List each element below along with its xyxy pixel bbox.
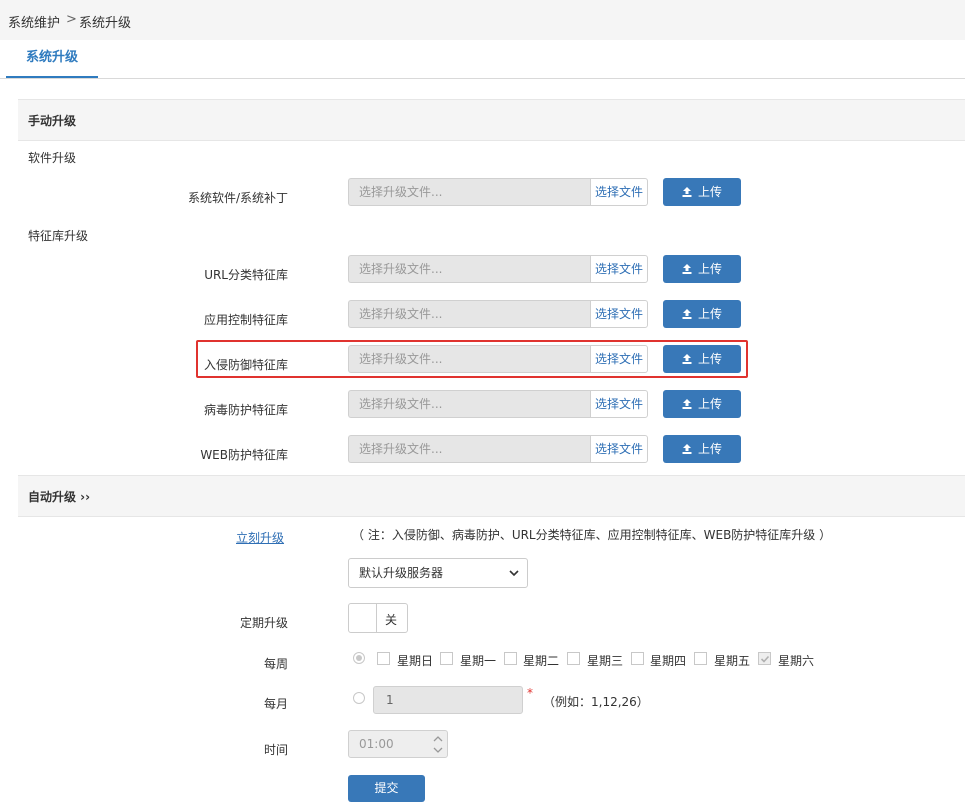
upgrade-server-value: 默认升级服务器 bbox=[359, 566, 444, 580]
upload-label: 上传 bbox=[697, 262, 722, 276]
signature-upgrade-label: 特征库升级 bbox=[28, 229, 89, 243]
time-input[interactable]: 01:00 bbox=[348, 730, 448, 758]
checkbox-wednesday[interactable] bbox=[567, 652, 580, 665]
monthly-example-hint: （例如：1,12,26） bbox=[543, 695, 649, 709]
upload-label: 上传 bbox=[697, 185, 722, 199]
row-label-url-category: URL分类特征库 bbox=[204, 268, 288, 282]
checkbox-sunday[interactable] bbox=[377, 652, 390, 665]
weekly-label: 每周 bbox=[263, 657, 288, 671]
checkbox-saturday[interactable] bbox=[758, 652, 771, 665]
row-label-app-control: 应用控制特征库 bbox=[203, 313, 288, 327]
upload-icon bbox=[682, 187, 692, 197]
day-label-thursday: 星期四 bbox=[650, 654, 687, 668]
scheduled-upgrade-label: 定期升级 bbox=[239, 616, 288, 630]
day-label-wednesday: 星期三 bbox=[587, 654, 624, 668]
breadcrumb-current: 系统升级 bbox=[79, 16, 132, 31]
choose-file-button-antivirus[interactable]: 选择文件 bbox=[590, 390, 648, 418]
day-label-sunday: 星期日 bbox=[397, 654, 434, 668]
upload-button-app-control[interactable]: 上传 bbox=[663, 300, 741, 328]
upload-icon bbox=[682, 399, 692, 409]
choose-file-button-url-category[interactable]: 选择文件 bbox=[590, 255, 648, 283]
toggle-knob bbox=[349, 604, 377, 632]
checkbox-thursday[interactable] bbox=[631, 652, 644, 665]
breadcrumb-separator: > bbox=[66, 12, 77, 27]
file-input-antivirus[interactable]: 选择升级文件... bbox=[348, 390, 590, 418]
upgrade-server-select[interactable]: 默认升级服务器 bbox=[348, 558, 528, 588]
breadcrumb: 系统维护 > 系统升级 bbox=[0, 0, 965, 40]
time-value: 01:00 bbox=[359, 737, 394, 751]
monthly-radio[interactable] bbox=[353, 692, 365, 704]
chevron-down-icon[interactable] bbox=[433, 746, 443, 754]
file-input-app-control[interactable]: 选择升级文件... bbox=[348, 300, 590, 328]
chevron-down-icon bbox=[509, 570, 519, 577]
software-upgrade-label: 软件升级 bbox=[28, 151, 77, 165]
weekly-radio[interactable] bbox=[353, 652, 365, 664]
required-mark: * bbox=[527, 686, 533, 700]
auto-upgrade-header[interactable]: 自动升级 ›› bbox=[18, 475, 965, 517]
day-label-tuesday: 星期二 bbox=[523, 654, 560, 668]
row-label-web-protection: WEB防护特征库 bbox=[200, 448, 288, 462]
manual-upgrade-header: 手动升级 bbox=[18, 99, 965, 141]
breadcrumb-parent[interactable]: 系统维护 bbox=[8, 12, 60, 31]
day-label-friday: 星期五 bbox=[714, 654, 751, 668]
upload-button-system-software[interactable]: 上传 bbox=[663, 178, 741, 206]
upload-button-web-protection[interactable]: 上传 bbox=[663, 435, 741, 463]
toggle-state-label: 关 bbox=[385, 613, 398, 627]
tab-system-upgrade[interactable]: 系统升级 bbox=[6, 40, 98, 78]
upload-label: 上传 bbox=[697, 307, 722, 321]
row-label-antivirus: 病毒防护特征库 bbox=[203, 403, 288, 417]
auto-upgrade-note: （ 注：入侵防御、病毒防护、URL分类特征库、应用控制特征库、WEB防护特征库升… bbox=[352, 528, 832, 542]
file-input-url-category[interactable]: 选择升级文件... bbox=[348, 255, 590, 283]
choose-file-button-web-protection[interactable]: 选择文件 bbox=[590, 435, 648, 463]
time-label: 时间 bbox=[263, 743, 288, 757]
tab-bar: 系统升级 bbox=[0, 40, 965, 79]
upgrade-now-link[interactable]: 立刻升级 bbox=[236, 529, 284, 546]
day-label-saturday: 星期六 bbox=[778, 654, 815, 668]
upload-label: 上传 bbox=[697, 397, 722, 411]
upload-button-url-category[interactable]: 上传 bbox=[663, 255, 741, 283]
manual-upgrade-title: 手动升级 bbox=[28, 114, 77, 128]
checkbox-friday[interactable] bbox=[694, 652, 707, 665]
upload-icon bbox=[682, 264, 692, 274]
choose-file-button-app-control[interactable]: 选择文件 bbox=[590, 300, 648, 328]
upload-button-antivirus[interactable]: 上传 bbox=[663, 390, 741, 418]
submit-button[interactable]: 提交 bbox=[348, 775, 425, 802]
file-input-system-software[interactable]: 选择升级文件... bbox=[348, 178, 590, 206]
chevron-up-icon[interactable] bbox=[433, 735, 443, 743]
upload-icon bbox=[682, 309, 692, 319]
highlight-box bbox=[196, 340, 748, 378]
day-label-monday: 星期一 bbox=[460, 654, 497, 668]
row-label-system-software: 系统软件/系统补丁 bbox=[187, 191, 288, 205]
choose-file-button-system-software[interactable]: 选择文件 bbox=[590, 178, 648, 206]
file-input-web-protection[interactable]: 选择升级文件... bbox=[348, 435, 590, 463]
monthly-days-input[interactable]: 1 bbox=[373, 686, 523, 714]
monthly-label: 每月 bbox=[263, 697, 288, 711]
upload-icon bbox=[682, 444, 692, 454]
checkbox-monday[interactable] bbox=[440, 652, 453, 665]
auto-upgrade-title: 自动升级 ›› bbox=[28, 490, 91, 504]
scheduled-upgrade-toggle[interactable]: 关 bbox=[348, 603, 408, 633]
upload-label: 上传 bbox=[697, 442, 722, 456]
checkmark-icon bbox=[760, 655, 770, 663]
checkbox-tuesday[interactable] bbox=[504, 652, 517, 665]
